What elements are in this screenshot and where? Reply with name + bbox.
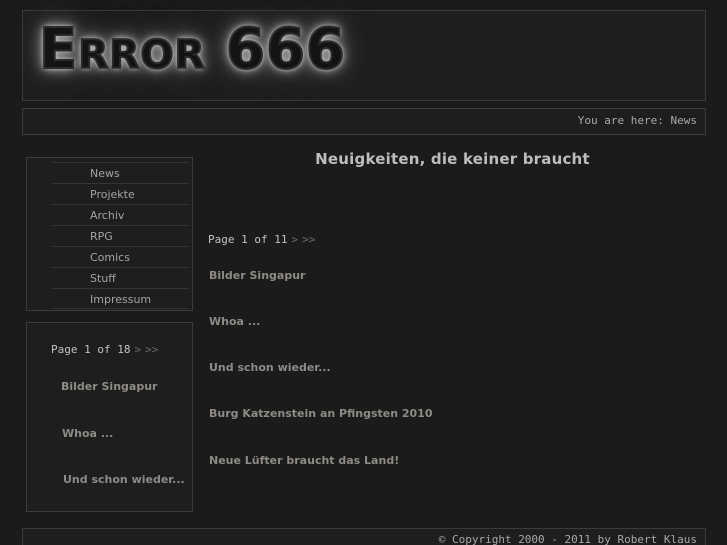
- copyright-text: © Copyright 2000 - 2011 by Robert Klaus: [438, 533, 697, 545]
- sidebar-news-link[interactable]: Und schon wieder...: [63, 473, 185, 486]
- sidebar-item-impressum[interactable]: Impressum: [52, 288, 189, 309]
- breadcrumb: You are here: News: [577, 114, 697, 127]
- site-logo: Error 666: [38, 16, 346, 83]
- page-root: Error 666 You are here: News News Projek…: [0, 0, 727, 545]
- page-title: Neuigkeiten, die keiner braucht: [315, 150, 590, 168]
- news-article-link[interactable]: Burg Katzenstein an Pfingsten 2010: [209, 407, 433, 420]
- site-footer: © Copyright 2000 - 2011 by Robert Klaus: [22, 528, 706, 545]
- main-next-page-link[interactable]: >: [291, 233, 298, 246]
- sidebar-menu-list: News Projekte Archiv RPG Comics Stuff Im…: [27, 162, 192, 309]
- sidebar-next-page-link[interactable]: >: [134, 343, 141, 356]
- sidebar-news-panel: Page 1 of 18 > >> Bilder Singapur Whoa ...…: [26, 322, 193, 512]
- sidebar-pagination: Page 1 of 18 > >>: [51, 343, 158, 356]
- sidebar-item-archiv[interactable]: Archiv: [52, 204, 189, 225]
- main-pagination: Page 1 of 11 > >>: [208, 233, 315, 246]
- main-pagination-label: Page 1 of 11: [208, 233, 288, 246]
- sidebar-item-rpg[interactable]: RPG: [52, 225, 189, 246]
- main-last-page-link[interactable]: >>: [302, 233, 315, 246]
- breadcrumb-bar: You are here: News: [22, 108, 706, 135]
- sidebar-menu-panel: News Projekte Archiv RPG Comics Stuff Im…: [26, 157, 193, 311]
- news-article-link[interactable]: Neue Lüfter braucht das Land!: [209, 454, 399, 467]
- sidebar-item-stuff[interactable]: Stuff: [52, 267, 189, 288]
- news-article-link[interactable]: Und schon wieder...: [209, 361, 331, 374]
- sidebar-item-news[interactable]: News: [52, 162, 189, 183]
- sidebar-news-link[interactable]: Bilder Singapur: [61, 380, 157, 393]
- sidebar-item-projekte[interactable]: Projekte: [52, 183, 189, 204]
- news-article-link[interactable]: Bilder Singapur: [209, 269, 305, 282]
- sidebar-last-page-link[interactable]: >>: [145, 343, 158, 356]
- sidebar-pagination-label: Page 1 of 18: [51, 343, 131, 356]
- sidebar-item-comics[interactable]: Comics: [52, 246, 189, 267]
- news-article-link[interactable]: Whoa ...: [209, 315, 260, 328]
- site-header: Error 666: [22, 10, 706, 101]
- sidebar-news-link[interactable]: Whoa ...: [62, 427, 113, 440]
